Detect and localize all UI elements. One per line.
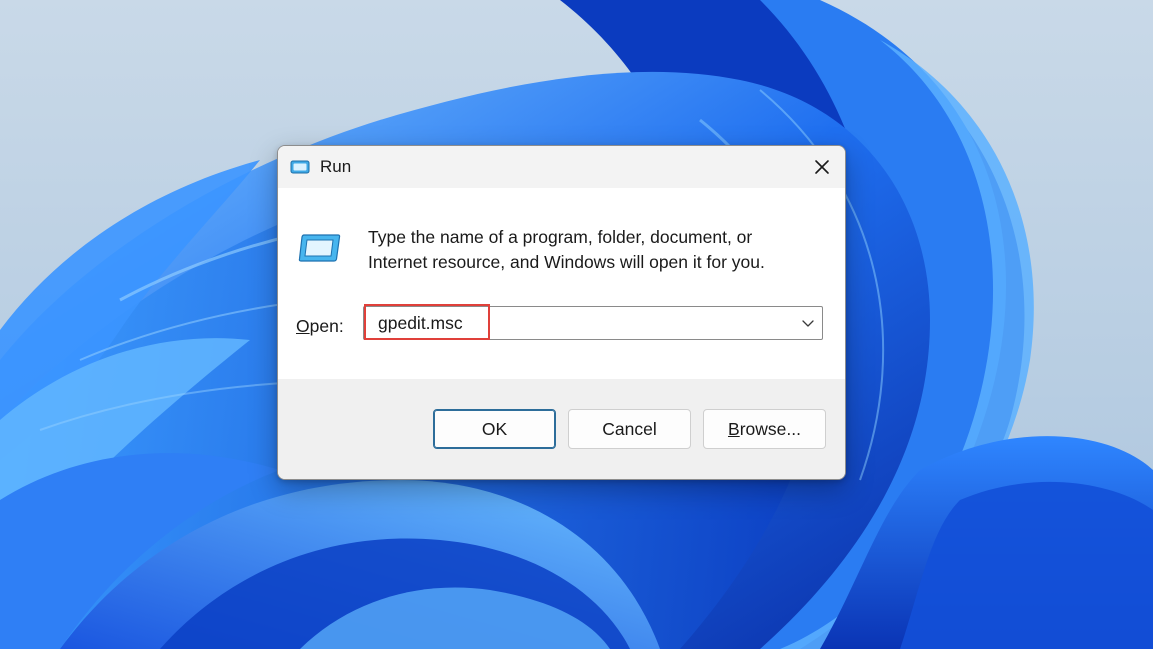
run-app-icon [290,160,310,174]
dialog-content: Type the name of a program, folder, docu… [278,188,845,379]
browse-label-rest: rowse... [739,418,801,439]
open-combobox[interactable] [363,306,823,340]
dialog-title: Run [320,157,352,176]
browse-accesskey: B [728,418,740,439]
cancel-button[interactable]: Cancel [568,409,691,449]
open-label-text: pen: [309,316,344,336]
run-program-icon [298,234,341,262]
title-bar[interactable]: Run [278,146,845,188]
close-button[interactable] [799,146,845,188]
run-dialog: Run Type the name of a program, folder, … [277,145,846,480]
run-description: Type the name of a program, folder, docu… [368,227,765,272]
desktop: Run Type the name of a program, folder, … [0,0,1153,649]
open-input[interactable] [364,307,784,339]
dialog-footer: OK Cancel Browse... [278,379,845,479]
ok-button[interactable]: OK [433,409,556,449]
close-icon [815,160,829,174]
chevron-down-icon[interactable] [800,315,816,331]
open-label: Open: [296,316,344,337]
browse-button[interactable]: Browse... [703,409,826,449]
open-label-accesskey: O [296,316,310,336]
